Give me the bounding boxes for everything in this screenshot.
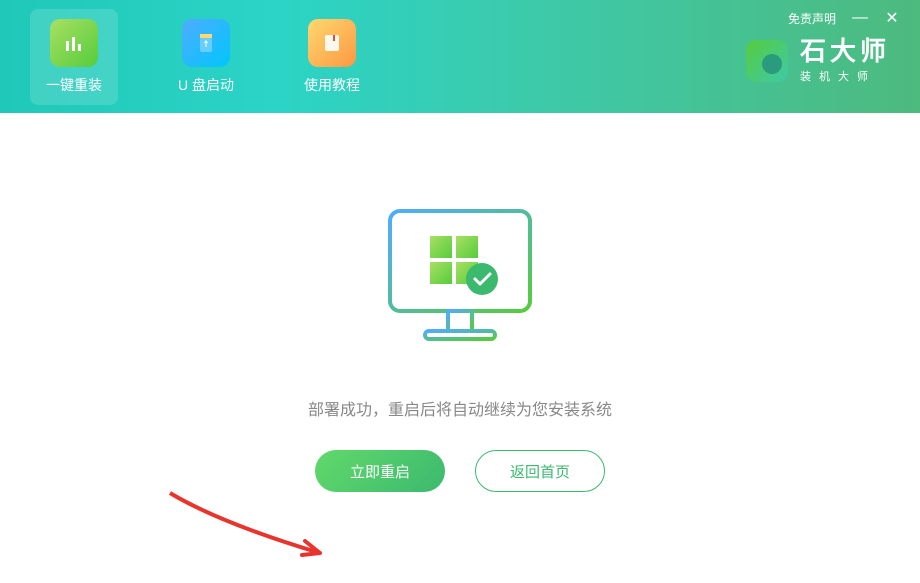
restart-button[interactable]: 立即重启	[315, 450, 445, 492]
minimize-button[interactable]: —	[852, 9, 868, 27]
tab-reinstall[interactable]: 一键重装	[30, 9, 118, 105]
window-controls: 免责声明 — ✕	[788, 8, 900, 28]
brand-logo-icon	[746, 40, 788, 82]
action-buttons: 立即重启 返回首页	[315, 450, 605, 492]
status-message: 部署成功，重启后将自动继续为您安装系统	[308, 396, 612, 420]
tab-label: U 盘启动	[178, 75, 234, 95]
nav-tabs: 一键重装 U 盘启动 使用教程	[30, 9, 370, 105]
tab-usb-boot[interactable]: U 盘启动	[168, 9, 244, 105]
annotation-arrow-icon	[160, 483, 350, 583]
close-button[interactable]: ✕	[884, 8, 900, 28]
tab-label: 使用教程	[304, 75, 360, 95]
tab-label: 一键重装	[46, 75, 102, 95]
disclaimer-link[interactable]: 免责声明	[788, 10, 836, 27]
brand-subtitle: 装机大师	[800, 68, 890, 84]
monitor-success-icon	[370, 201, 550, 366]
book-icon	[308, 19, 356, 67]
main-content: 部署成功，重启后将自动继续为您安装系统 立即重启 返回首页	[0, 113, 920, 580]
app-header: 免责声明 — ✕ 一键重装 U 盘启动 使用教程 石大师 装机大师	[0, 0, 920, 113]
tab-tutorial[interactable]: 使用教程	[294, 9, 370, 105]
bars-icon	[50, 19, 98, 67]
brand: 石大师 装机大师	[746, 38, 890, 84]
brand-title: 石大师	[800, 38, 890, 64]
return-home-button[interactable]: 返回首页	[475, 450, 605, 492]
usb-icon	[182, 19, 230, 67]
